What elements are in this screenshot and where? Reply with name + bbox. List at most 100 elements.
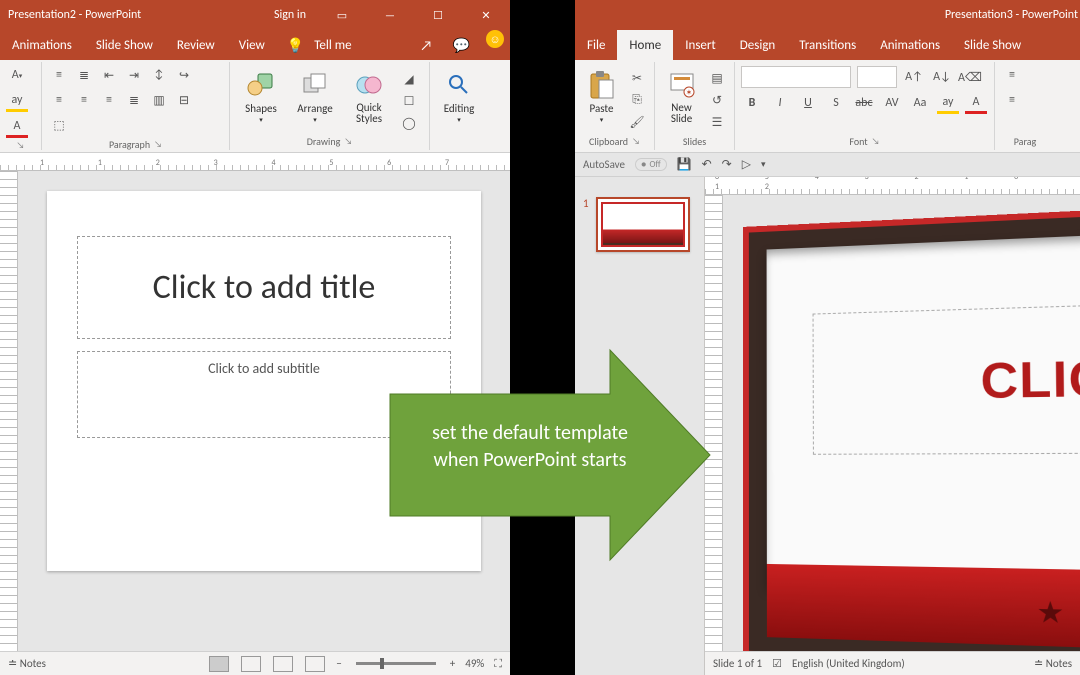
layout-icon[interactable]: ▤ [706,68,728,88]
text-highlight-icon[interactable]: ay [6,90,28,112]
tab-transitions[interactable]: Transitions [787,30,868,60]
tab-animations[interactable]: Animations [868,30,952,60]
ribbon-right: Paste▾ ✂ ⎘ 🖌 Clipboard↘ ✶ N [575,60,1080,153]
fit-window-icon[interactable]: ⛶ [494,657,502,671]
align-left-icon[interactable]: ≡ [1001,89,1023,111]
language-indicator[interactable]: English (United Kingdom) [792,657,905,670]
ribbon-display-options-icon[interactable]: ▭ [320,0,364,30]
dialog-launcher-icon[interactable]: ↘ [872,136,880,147]
tab-design[interactable]: Design [728,30,787,60]
editing-button[interactable]: Editing▾ [436,64,482,130]
align-text-icon[interactable]: ⊟ [173,89,195,111]
tab-view[interactable]: View [227,30,277,60]
char-spacing-icon[interactable]: AV [881,92,903,114]
tab-insert[interactable]: Insert [673,30,728,60]
slide-canvas-area[interactable]: CLICK T ★ [723,195,1080,651]
arrange-button[interactable]: Arrange▾ [290,64,340,130]
font-color-icon[interactable]: A [965,92,987,114]
highlight-icon[interactable]: ay [937,92,959,114]
subtitle-placeholder[interactable]: Click to add subtitle [77,351,451,438]
shape-outline-icon[interactable]: ☐ [398,91,420,111]
share-icon[interactable]: ↗ [410,30,442,60]
justify-icon[interactable]: ≣ [123,89,145,111]
strikethrough-icon[interactable]: abc [853,92,875,114]
format-painter-icon[interactable]: 🖌 [626,112,648,132]
zoom-in-icon[interactable]: + [450,657,455,670]
new-slide-button[interactable]: ✶ New Slide [661,64,702,130]
title-placeholder[interactable]: CLICK T [813,295,1080,455]
statusbar-left: ≐ Notes − + 49% ⛶ [0,651,510,675]
zoom-value[interactable]: 49% [465,657,484,670]
copy-icon[interactable]: ⎘ [626,90,648,110]
signin-link[interactable]: Sign in [264,8,316,22]
decrease-font-icon[interactable]: A↓ [931,66,953,88]
italic-icon[interactable]: I [769,92,791,114]
undo-icon[interactable]: ↶ [702,157,712,172]
indent-increase-icon[interactable]: ⇥ [123,64,145,86]
numbering-icon[interactable]: ≣ [73,64,95,86]
font-family-selector[interactable] [741,66,851,88]
quick-styles-button[interactable]: Quick Styles [344,64,394,130]
shapes-button[interactable]: Shapes▾ [236,64,286,130]
autosave-toggle[interactable]: ● Off [635,158,667,171]
line-spacing-icon[interactable]: ↕ [148,64,170,86]
cut-icon[interactable]: ✂ [626,68,648,88]
save-icon[interactable]: 💾 [677,157,692,172]
increase-font-icon[interactable]: A↑ [903,66,925,88]
slideshow-view-icon[interactable] [305,656,325,672]
zoom-slider[interactable] [356,662,436,665]
dialog-launcher-icon[interactable]: ↘ [632,136,640,147]
tab-review[interactable]: Review [165,30,227,60]
qat-customize-icon[interactable]: ▾ [761,159,766,170]
paste-button[interactable]: Paste▾ [581,64,622,130]
redo-icon[interactable]: ↷ [722,157,732,172]
comments-icon[interactable]: 💬 [443,30,480,60]
reset-icon[interactable]: ↺ [706,90,728,110]
align-right-icon[interactable]: ≡ [98,89,120,111]
smartart-icon[interactable]: ⬚ [48,114,70,136]
shadow-icon[interactable]: S [825,92,847,114]
dialog-launcher-icon[interactable]: ↘ [154,139,162,150]
reading-view-icon[interactable] [273,656,293,672]
align-center-icon[interactable]: ≡ [73,89,95,111]
bullets-icon[interactable]: ≡ [1001,64,1023,86]
tellme-bulb-icon[interactable]: 💡 [277,30,314,60]
slide-canvas[interactable]: Click to add title Click to add subtitle [47,191,481,571]
clear-format-icon[interactable]: A⌫ [959,66,981,88]
section-icon[interactable]: ☰ [706,112,728,132]
bullets-icon[interactable]: ≡ [48,64,70,86]
shape-fill-icon[interactable]: ◢ [398,69,420,89]
change-case-icon[interactable]: Aa [909,92,931,114]
close-icon[interactable]: ✕ [464,0,508,30]
dialog-launcher-icon[interactable]: ↘ [344,136,352,147]
title-placeholder[interactable]: Click to add title [77,236,451,339]
notes-toggle[interactable]: ≐ Notes [1034,657,1072,670]
normal-view-icon[interactable] [209,656,229,672]
slide-thumbnail[interactable] [596,197,690,252]
align-left-icon[interactable]: ≡ [48,89,70,111]
feedback-smiley-icon[interactable]: ☺ [486,30,504,48]
indent-decrease-icon[interactable]: ⇤ [98,64,120,86]
tab-file[interactable]: File [575,30,617,60]
columns-icon[interactable]: ▥ [148,89,170,111]
font-size-selector[interactable] [857,66,897,88]
font-control-icon[interactable]: A▾ [6,64,28,86]
minimize-button[interactable]: — [368,0,412,30]
underline-icon[interactable]: U [797,92,819,114]
start-from-beginning-icon[interactable]: ▷ [742,157,751,172]
spellcheck-icon[interactable]: ☑ [772,657,782,670]
text-direction-icon[interactable]: ↪ [173,64,195,86]
sorter-view-icon[interactable] [241,656,261,672]
tab-home[interactable]: Home [617,30,673,60]
bold-icon[interactable]: B [741,92,763,114]
dialog-launcher-icon[interactable]: ↘ [17,140,25,151]
notes-toggle[interactable]: ≐ Notes [8,657,46,670]
maximize-button[interactable]: ☐ [416,0,460,30]
font-color-icon[interactable]: A [6,116,28,138]
shape-effects-icon[interactable]: ◯ [398,113,420,133]
tab-animations[interactable]: Animations [0,30,84,60]
zoom-out-icon[interactable]: − [336,657,341,670]
tab-slideshow[interactable]: Slide Show [952,30,1033,60]
tab-slideshow[interactable]: Slide Show [84,30,165,60]
tab-tellme[interactable]: Tell me [314,30,363,60]
